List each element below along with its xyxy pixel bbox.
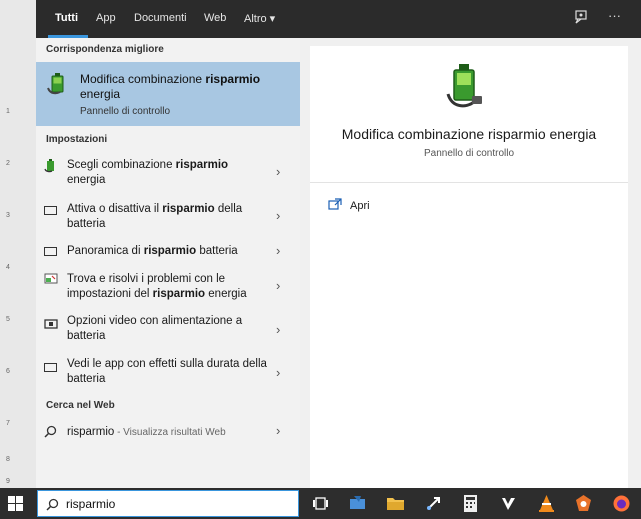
task-view-icon[interactable] [311, 494, 330, 513]
open-button[interactable]: Apri [328, 198, 370, 213]
document-ruler: 1 2 3 4 5 6 7 8 9 [0, 0, 37, 488]
tab-all[interactable]: Tutti [55, 12, 78, 24]
search-icon [46, 498, 59, 511]
preview-pane: Modifica combinazione risparmio energia … [310, 46, 628, 488]
search-flyout: Tutti App Documenti Web Altro ▾ ··· Corr… [36, 0, 641, 488]
settings-item[interactable]: Panoramica di risparmio batteria › [36, 242, 300, 262]
battery-usage-icon [44, 363, 57, 372]
tool-app-icon[interactable] [424, 494, 443, 513]
search-input[interactable] [66, 496, 286, 512]
tab-more[interactable]: Altro ▾ [244, 12, 275, 25]
settings-item-label: Opzioni video con alimentazione a batter… [67, 315, 243, 342]
settings-item-label: Vedi le app con effetti sulla durata del… [67, 358, 267, 385]
chevron-right-icon: › [276, 208, 281, 223]
chevron-right-icon: › [276, 365, 281, 380]
ruler-label: 2 [6, 160, 10, 167]
ruler-label: 5 [6, 316, 10, 323]
settings-item-label: Attiva o disattiva il risparmio della ba… [67, 203, 243, 230]
chevron-right-icon: › [276, 322, 281, 337]
settings-item-label: Trova e risolvi i problemi con le impost… [67, 273, 247, 300]
best-match-item[interactable]: Modifica combinazione risparmio energia … [36, 62, 300, 126]
tab-documents[interactable]: Documenti [134, 12, 187, 24]
open-label: Apri [350, 200, 370, 212]
best-match-subtitle: Pannello di controllo [80, 106, 171, 117]
ruler-label: 3 [6, 212, 10, 219]
best-match-title: Modifica combinazione risparmio energia [80, 72, 261, 101]
tab-web[interactable]: Web [204, 12, 226, 24]
settings-item[interactable]: Vedi le app con effetti sulla durata del… [36, 357, 300, 391]
file-explorer-icon[interactable] [386, 494, 405, 513]
video-icon [44, 318, 58, 330]
ruler-label: 6 [6, 368, 10, 375]
preview-subtitle: Pannello di controllo [423, 148, 515, 159]
preview-header: Modifica combinazione risparmio energia … [310, 46, 628, 182]
chevron-right-icon: › [276, 278, 281, 293]
avast-icon[interactable] [574, 494, 593, 513]
power-options-icon [46, 70, 70, 99]
taskbar-search-box[interactable] [37, 490, 299, 517]
app-icon[interactable] [499, 494, 518, 513]
search-icon [44, 425, 58, 438]
more-options-icon[interactable]: ··· [608, 8, 621, 23]
ruler-label: 8 [6, 456, 10, 463]
section-web: Cerca nel Web [46, 400, 115, 411]
ruler-label: 9 [6, 478, 10, 485]
feedback-icon[interactable] [574, 10, 588, 27]
tab-apps[interactable]: App [96, 12, 116, 24]
chevron-right-icon: › [276, 164, 281, 179]
results-list: Corrispondenza migliore Modifica combina… [36, 38, 300, 488]
ruler-label: 1 [6, 108, 10, 115]
settings-item[interactable]: Scegli combinazione risparmio energia › [36, 156, 300, 190]
desktop-app-icon[interactable] [348, 494, 367, 513]
chevron-right-icon: › [276, 243, 281, 258]
settings-item-label: Panoramica di risparmio batteria [67, 245, 238, 257]
section-settings: Impostazioni [46, 134, 108, 145]
preview-title: Modifica combinazione risparmio energia [341, 126, 597, 142]
windows-start-icon[interactable] [8, 496, 24, 512]
ruler-label: 7 [6, 420, 10, 427]
ruler-label: 4 [6, 264, 10, 271]
settings-item[interactable]: Trova e risolvi i problemi con le impost… [36, 270, 300, 304]
chevron-right-icon: › [276, 423, 281, 438]
taskbar [0, 488, 641, 519]
preview-divider [310, 182, 628, 183]
battery-saver-icon [44, 206, 57, 215]
web-result-item[interactable]: risparmio - Visualizza risultati Web › [36, 422, 300, 444]
battery-icon [44, 247, 57, 256]
troubleshoot-icon [44, 273, 58, 285]
firefox-icon[interactable] [612, 494, 631, 513]
settings-item[interactable]: Opzioni video con alimentazione a batter… [36, 314, 300, 348]
settings-item-label: Scegli combinazione risparmio energia [67, 159, 229, 186]
settings-item[interactable]: Attiva o disattiva il risparmio della ba… [36, 200, 300, 234]
vlc-icon[interactable] [537, 494, 556, 513]
open-icon [328, 198, 342, 213]
web-result-label: risparmio - Visualizza risultati Web [67, 426, 226, 438]
section-best-match: Corrispondenza migliore [46, 44, 164, 55]
calculator-icon[interactable] [461, 494, 480, 513]
power-options-large-icon [444, 60, 488, 115]
search-filter-bar: Tutti App Documenti Web Altro ▾ ··· [36, 0, 641, 38]
power-plan-icon [44, 159, 58, 173]
